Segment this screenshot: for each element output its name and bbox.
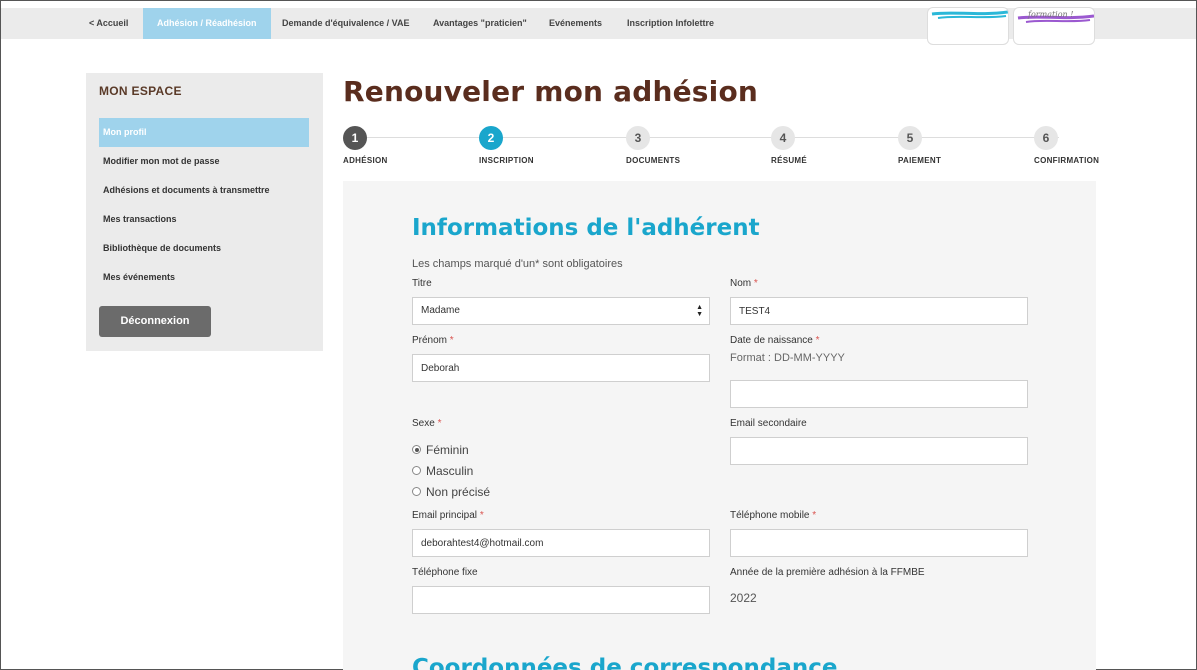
step-4-number: 4 <box>771 126 795 150</box>
email-principal-input[interactable] <box>412 529 710 557</box>
step-5-label: PAIEMENT <box>898 156 942 165</box>
step-6-number: 6 <box>1034 126 1058 150</box>
step-1-label: ADHÉSION <box>343 156 388 165</box>
nav-item-accueil[interactable]: < Accueil <box>89 8 128 39</box>
date-naissance-label: Date de naissance * <box>730 335 820 346</box>
email-secondaire-input[interactable] <box>730 437 1028 465</box>
nom-label: Nom * <box>730 278 758 289</box>
sidebar-item-adhesions-documents[interactable]: Adhésions et documents à transmettre <box>99 176 309 205</box>
nav-item-infolettre[interactable]: Inscription Infolettre <box>627 8 714 39</box>
sidebar-mon-espace: MON ESPACE Mon profil Modifier mon mot d… <box>86 73 323 351</box>
step-4-label: RÉSUMÉ <box>771 156 808 165</box>
email-principal-label: Email principal * <box>412 510 484 521</box>
step-3-label: DOCUMENTS <box>626 156 681 165</box>
sidebar-item-transactions[interactable]: Mes transactions <box>99 205 309 234</box>
titre-select[interactable]: Madame ▲ ▼ <box>412 297 710 325</box>
step-1[interactable]: 1 ADHÉSION <box>343 126 387 165</box>
sidebar-item-mot-de-passe[interactable]: Modifier mon mot de passe <box>99 147 309 176</box>
step-6-label: CONFIRMATION <box>1034 156 1100 165</box>
partner-logo-2[interactable]: formation ! <box>1013 7 1095 45</box>
titre-value: Madame <box>421 305 460 316</box>
nav-item-adhesion[interactable]: Adhésion / Réadhésion <box>143 8 271 39</box>
date-naissance-input[interactable] <box>730 380 1028 408</box>
step-5[interactable]: 5 PAIEMENT <box>898 126 941 165</box>
sexe-label: Sexe * <box>412 418 442 429</box>
sidebar-item-mon-profil[interactable]: Mon profil <box>99 118 309 147</box>
step-1-number: 1 <box>343 126 367 150</box>
sidebar-item-evenements[interactable]: Mes événements <box>99 263 309 292</box>
nav-item-equivalence[interactable]: Demande d'équivalence / VAE <box>282 8 410 39</box>
select-arrows-icon: ▲ ▼ <box>696 304 703 318</box>
radio-feminin[interactable]: Féminin <box>412 443 469 457</box>
step-2-number: 2 <box>479 126 503 150</box>
stepper-line <box>359 137 1059 138</box>
step-5-number: 5 <box>898 126 922 150</box>
annee-adhesion-value: 2022 <box>730 591 757 605</box>
telephone-mobile-input[interactable] <box>730 529 1028 557</box>
nom-input[interactable] <box>730 297 1028 325</box>
nav-item-evenements[interactable]: Evénements <box>549 8 602 39</box>
radio-unchecked-icon[interactable] <box>412 487 421 497</box>
radio-unchecked-icon[interactable] <box>412 466 421 476</box>
prenom-label: Prénom * <box>412 335 454 346</box>
required-note: Les champs marqué d'un* sont obligatoire… <box>412 258 623 270</box>
step-3[interactable]: 3 DOCUMENTS <box>626 126 680 165</box>
radio-non-precise[interactable]: Non précisé <box>412 485 490 499</box>
radio-checked-icon[interactable] <box>412 445 421 455</box>
step-4[interactable]: 4 RÉSUMÉ <box>771 126 807 165</box>
section-title-adherent: Informations de l'adhérent <box>412 215 760 241</box>
step-2-label: INSCRIPTION <box>479 156 534 165</box>
step-2[interactable]: 2 INSCRIPTION <box>479 126 534 165</box>
logout-button[interactable]: Déconnexion <box>99 306 211 337</box>
date-format-hint: Format : DD-MM-YYYY <box>730 352 845 364</box>
section-title-correspondance: Coordonnées de correspondance <box>412 655 838 670</box>
form-panel: Informations de l'adhérent Les champs ma… <box>343 181 1096 670</box>
nav-item-avantages[interactable]: Avantages "praticien" <box>433 8 527 39</box>
sidebar-item-bibliotheque[interactable]: Bibliothèque de documents <box>99 234 309 263</box>
prenom-input[interactable] <box>412 354 710 382</box>
step-3-number: 3 <box>626 126 650 150</box>
telephone-mobile-label: Téléphone mobile * <box>730 510 817 521</box>
annee-adhesion-label: Année de la première adhésion à la FFMBE <box>730 567 925 578</box>
partner-logo-1[interactable] <box>927 7 1009 45</box>
step-6[interactable]: 6 CONFIRMATION <box>1034 126 1099 165</box>
radio-masculin[interactable]: Masculin <box>412 464 473 478</box>
brush-logo-icon <box>931 10 1008 19</box>
titre-label: Titre <box>412 278 432 289</box>
sidebar-title: MON ESPACE <box>99 84 182 98</box>
logo-text: formation ! <box>1028 10 1074 19</box>
telephone-fixe-input[interactable] <box>412 586 710 614</box>
email-secondaire-label: Email secondaire <box>730 418 807 429</box>
page-title: Renouveler mon adhésion <box>343 75 759 108</box>
telephone-fixe-label: Téléphone fixe <box>412 567 478 578</box>
